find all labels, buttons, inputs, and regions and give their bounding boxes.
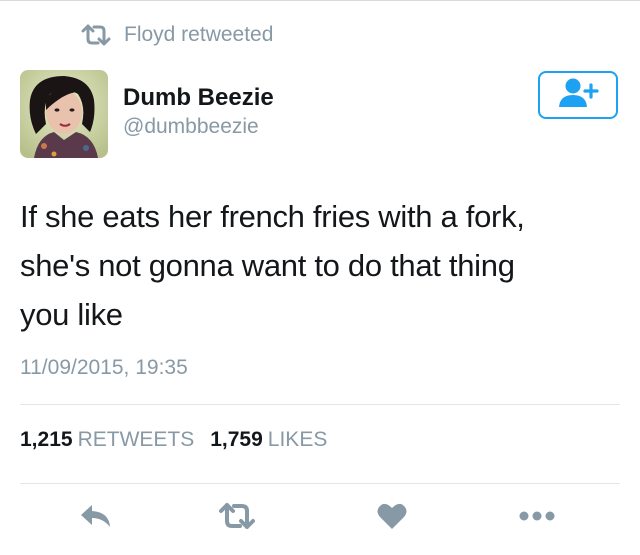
avatar[interactable] [20,70,108,158]
divider [20,483,620,484]
tweet-text-line: she's not gonna want to do that thing [20,248,515,283]
retweet-icon [218,502,256,530]
more-options-button[interactable] [517,498,557,534]
author-handle[interactable]: @dumbbeezie [123,115,259,139]
reply-button[interactable] [76,498,116,534]
retweet-context[interactable]: Floyd retweeted [80,20,273,50]
timestamp[interactable]: 11/09/2015, 19:35 [20,356,188,380]
retweet-button[interactable] [217,498,257,534]
author-name[interactable]: Dumb Beezie [123,84,274,112]
top-border [0,0,640,1]
likes-label: LIKES [267,428,328,451]
divider [20,404,620,405]
like-button[interactable] [372,498,412,534]
tweet-text-line: you like [20,297,123,332]
add-user-icon [557,76,599,115]
retweet-context-text: Floyd retweeted [124,23,274,46]
retweets-stat[interactable]: 1,215 RETWEETS [20,428,194,452]
likes-stat[interactable]: 1,759 LIKES [210,428,327,452]
likes-count: 1,759 [210,428,263,451]
reply-icon [79,503,113,529]
follow-button[interactable] [538,71,618,119]
heart-icon [377,502,407,530]
tweet-text-line: If she eats her french fries with a fork… [20,199,525,234]
retweet-icon [80,24,112,46]
more-icon [519,511,555,521]
retweets-label: RETWEETS [77,428,195,451]
retweets-count: 1,215 [20,428,73,451]
engagement-stats: 1,215 RETWEETS 1,759 LIKES [20,428,327,452]
tweet-text: If she eats her french fries with a fork… [20,192,620,339]
